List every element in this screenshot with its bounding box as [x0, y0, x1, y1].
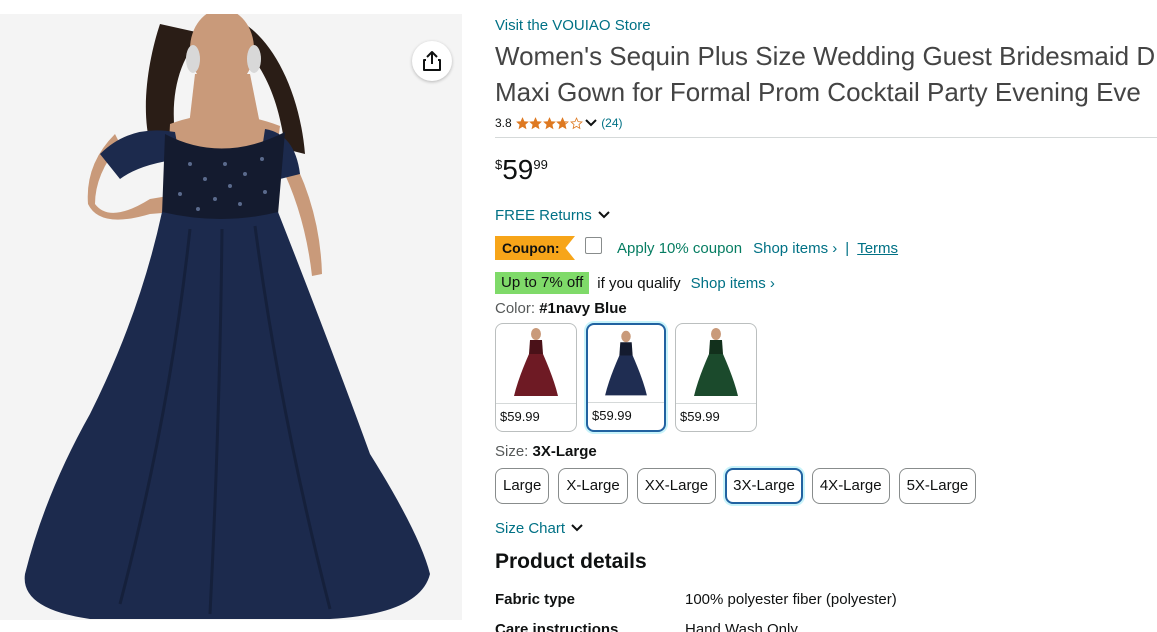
table-row: Fabric type 100% polyester fiber (polyes…	[495, 590, 1157, 620]
apply-coupon-label[interactable]: Apply 10% coupon	[617, 240, 742, 257]
color-swatch-burgundy[interactable]: $59.99	[495, 323, 577, 432]
size-chart-label: Size Chart	[495, 519, 566, 537]
detail-key: Fabric type	[495, 591, 576, 608]
star-icon	[569, 116, 583, 129]
chevron-down-icon	[571, 524, 583, 532]
size-option-5x-large[interactable]: 5X-Large	[898, 468, 977, 504]
product-title-line-1: Women's Sequin Plus Size Wedding Guest B…	[495, 41, 1156, 71]
product-detail-panel: Visit the VOUIAO Store Women's Sequin Pl…	[495, 16, 1157, 632]
rating-row: 3.8 (24)	[495, 114, 1157, 132]
color-label: Color: #1navy Blue	[495, 300, 1157, 320]
product-image[interactable]	[0, 14, 462, 620]
size-option-4x-large[interactable]: 4X-Large	[811, 468, 890, 504]
color-swatch-navy[interactable]: $59.99	[586, 323, 666, 432]
color-swatch-green[interactable]: $59.99	[675, 323, 757, 432]
product-title: Women's Sequin Plus Size Wedding Guest B…	[495, 38, 1157, 110]
star-rating[interactable]	[515, 116, 584, 130]
coupon-checkbox[interactable]	[585, 236, 602, 254]
color-swatches: $59.99 $59.99 $59.99	[495, 323, 1157, 432]
swatch-price: $59.99	[496, 403, 576, 431]
price: $ 59 99	[495, 154, 1157, 190]
size-chart-link[interactable]: Size Chart	[495, 518, 1157, 538]
price-symbol: $	[495, 157, 503, 172]
color-label-text: Color:	[495, 300, 536, 317]
star-icon	[542, 116, 556, 129]
size-option-xx-large[interactable]: XX-Large	[636, 468, 717, 504]
free-returns-link[interactable]: FREE Returns	[495, 205, 1157, 225]
share-icon	[423, 51, 441, 71]
promo-text: if you qualify	[597, 274, 681, 292]
rating-count-link[interactable]: (24)	[601, 116, 622, 130]
dress-photo	[24, 14, 431, 619]
separator: |	[845, 239, 850, 257]
product-details-heading: Product details	[495, 550, 647, 573]
size-label-text: Size:	[495, 443, 529, 460]
swatch-price: $59.99	[676, 403, 756, 431]
chevron-down-icon	[597, 211, 610, 219]
free-returns-label: FREE Returns	[495, 206, 592, 224]
coupon-badge: Coupon:	[495, 236, 575, 260]
detail-key: Care instructions	[495, 621, 619, 632]
selected-size: 3X-Large	[532, 443, 597, 460]
star-icon	[556, 116, 570, 129]
product-title-line-2: Maxi Gown for Formal Prom Cocktail Party…	[495, 77, 1141, 107]
promo-row: Up to 7% off if you qualify Shop items ›	[495, 272, 1157, 294]
coupon-row: Coupon: Apply 10% coupon Shop items › | …	[495, 236, 1157, 260]
table-row: Care instructions Hand Wash Only	[495, 620, 1157, 632]
product-details-table: Fabric type 100% polyester fiber (polyes…	[495, 590, 1157, 632]
detail-value: 100% polyester fiber (polyester)	[685, 591, 897, 608]
size-option-large[interactable]: Large	[495, 468, 550, 504]
chevron-down-icon[interactable]	[585, 118, 597, 128]
size-option-3x-large[interactable]: 3X-Large	[725, 468, 803, 504]
rating-value: 3.8	[495, 116, 512, 130]
swatch-thumbnail	[514, 328, 558, 396]
coupon-terms-link[interactable]: Terms	[857, 240, 898, 257]
price-whole: 59	[502, 154, 534, 185]
promo-shop-items-link[interactable]: Shop items ›	[691, 275, 775, 292]
promo-badge: Up to 7% off	[495, 272, 590, 294]
divider	[495, 137, 1157, 138]
swatch-thumbnail	[605, 330, 647, 396]
coupon-shop-items-link[interactable]: Shop items ›	[753, 240, 837, 257]
store-link[interactable]: Visit the VOUIAO Store	[495, 16, 651, 36]
price-fraction: 99	[533, 157, 548, 172]
size-option-x-large[interactable]: X-Large	[558, 468, 628, 504]
share-button[interactable]	[412, 41, 452, 81]
selected-color: #1navy Blue	[539, 300, 627, 317]
star-icon	[529, 116, 543, 129]
swatch-price: $59.99	[588, 402, 664, 430]
star-icon	[515, 116, 529, 129]
size-label: Size: 3X-Large	[495, 443, 1157, 463]
size-options: Large X-Large XX-Large 3X-Large 4X-Large…	[495, 468, 1157, 504]
swatch-thumbnail	[694, 328, 738, 396]
detail-value: Hand Wash Only	[685, 621, 798, 632]
